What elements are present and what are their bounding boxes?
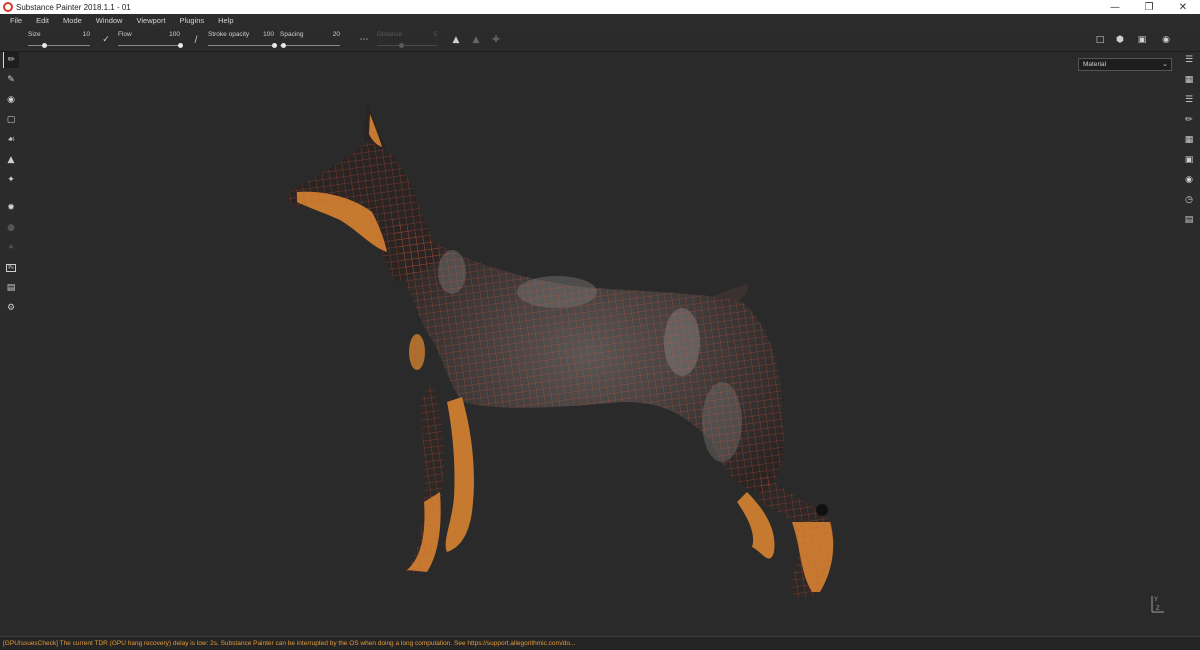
dog-body	[287, 102, 834, 598]
layers-icon[interactable]: ☰	[1181, 52, 1197, 68]
mirror-icon[interactable]: ▲	[470, 34, 482, 46]
menu-help[interactable]: Help	[211, 14, 240, 28]
flow-knob[interactable]	[178, 43, 183, 48]
paint-brush-icon[interactable]: ✏	[3, 52, 19, 68]
iray-icon[interactable]: ●	[3, 220, 19, 236]
screenshot-icon[interactable]: ◉	[1160, 34, 1172, 46]
menu-mode[interactable]: Mode	[56, 14, 89, 28]
status-bar: [GPUIssuesCheck] The current TDR (GPU ha…	[0, 636, 1200, 650]
menu-file[interactable]: File	[3, 14, 29, 28]
stroke-opacity-slider[interactable]: Stroke opacity 100	[208, 28, 277, 52]
lazy-mouse-icon[interactable]: ⋯	[358, 34, 370, 46]
right-panel-bar: ☰ ▦ ☰ ✏ ▦ ▣ ◉ ◷ ▤	[1178, 52, 1200, 636]
substance-logo-icon	[3, 2, 13, 12]
menu-viewport[interactable]: Viewport	[129, 14, 172, 28]
restore-icon[interactable]: ❐	[1132, 0, 1166, 14]
window-title: Substance Painter 2018.1.1 - 01	[16, 2, 131, 12]
channel-dropdown[interactable]: Material ⌄	[1078, 58, 1172, 71]
bake-icon[interactable]: ✹	[3, 200, 19, 216]
distance-knob	[399, 43, 404, 48]
stroke-opacity-knob[interactable]	[272, 43, 277, 48]
size-value: 10	[82, 31, 90, 38]
camera-icon[interactable]: ▣	[1136, 34, 1148, 46]
status-message[interactable]: [GPUIssuesCheck] The current TDR (GPU ha…	[3, 640, 575, 647]
polygon-fill-icon[interactable]: ▢	[3, 112, 19, 128]
texture-set-icon[interactable]: ▦	[1181, 72, 1197, 88]
flow-label: Flow	[118, 31, 132, 38]
spacing-label: Spacing	[280, 31, 304, 38]
slash-icon[interactable]: ∕	[190, 34, 202, 46]
eraser-icon[interactable]: ✎	[3, 72, 19, 88]
display-icon[interactable]: ▣	[1181, 152, 1197, 168]
export-icon[interactable]: ▤	[3, 280, 19, 296]
size-label: Size	[28, 31, 41, 38]
distance-slider: Distance 5	[377, 28, 437, 52]
history-icon[interactable]: ◷	[1181, 192, 1197, 208]
left-tool-bar: ✏ ✎ ◉ ▢ ☙ ▲ ✦ ✹ ● ✶ Ps ▤ ⚙	[0, 52, 22, 636]
stroke-opacity-value: 100	[263, 31, 274, 38]
menu-bar: File Edit Mode Window Viewport Plugins H…	[0, 14, 1200, 28]
flow-value: 100	[169, 31, 180, 38]
photoshop-icon[interactable]: Ps	[3, 260, 19, 276]
axis-gizmo-icon: Y Z	[1151, 596, 1164, 613]
size-slider[interactable]: Size 10	[28, 28, 90, 52]
clone-icon[interactable]: ▲	[3, 152, 19, 168]
minimize-icon[interactable]: —	[1098, 0, 1132, 14]
channel-value: Material	[1083, 61, 1107, 68]
tool-properties-bar: Size 10 ✓ Flow 100 ∕ Stroke opacity 100 …	[0, 28, 1200, 52]
spacing-value: 20	[332, 31, 340, 38]
3d-viewport[interactable]: Material ⌄ Y Z	[22, 52, 1178, 636]
stroke-opacity-label: Stroke opacity	[208, 31, 250, 38]
distance-label: Distance	[377, 31, 403, 38]
stack-icon[interactable]: ☰	[1181, 92, 1197, 108]
axis-label-y: Y	[1154, 597, 1158, 603]
brush-settings-icon[interactable]: ✏	[1181, 112, 1197, 128]
view-2d-icon[interactable]: □	[1094, 34, 1106, 46]
close-icon[interactable]: ✕	[1166, 0, 1200, 14]
menu-window[interactable]: Window	[89, 14, 130, 28]
smudge-icon[interactable]: ☙	[3, 132, 19, 148]
menu-edit[interactable]: Edit	[29, 14, 56, 28]
size-knob[interactable]	[41, 43, 47, 48]
axis-label-z: Z	[1156, 606, 1160, 612]
distance-value: 5	[433, 31, 437, 38]
spacing-knob[interactable]	[281, 43, 286, 48]
color-picker-icon[interactable]: ✦	[3, 172, 19, 188]
brush-icon[interactable]: ✓	[100, 34, 112, 46]
symmetry-icon[interactable]: ▲	[450, 34, 462, 46]
uv-icon[interactable]: ▦	[1181, 132, 1197, 148]
view-3d-icon[interactable]: ⬢	[1114, 34, 1126, 46]
flow-slider[interactable]: Flow 100	[118, 28, 183, 52]
chevron-down-icon: ⌄	[1162, 60, 1168, 68]
spacing-slider[interactable]: Spacing 20	[280, 28, 340, 52]
sparkle-icon[interactable]: ✶	[3, 240, 19, 256]
log-icon[interactable]: ▤	[1181, 212, 1197, 228]
pivot-icon[interactable]: ✚	[490, 34, 502, 46]
settings-icon[interactable]: ⚙	[3, 300, 19, 316]
title-bar: Substance Painter 2018.1.1 - 01 — ❐ ✕	[0, 0, 1200, 14]
shelf-icon[interactable]: ◉	[1181, 172, 1197, 188]
menu-plugins[interactable]: Plugins	[173, 14, 212, 28]
dog-model	[287, 102, 834, 598]
projection-icon[interactable]: ◉	[3, 92, 19, 108]
